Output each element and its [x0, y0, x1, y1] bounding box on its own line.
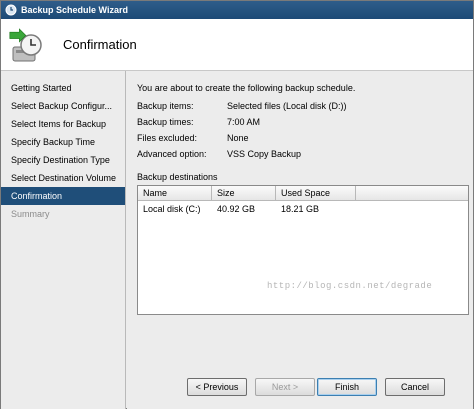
detail-backup-times: Backup times: 7:00 AM	[137, 117, 260, 127]
previous-button[interactable]: < Previous	[187, 378, 247, 396]
detail-key: Backup times:	[137, 117, 194, 127]
wizard-nav: Getting Started Select Backup Configur..…	[1, 71, 126, 409]
detail-value: Selected files (Local disk (D:))	[227, 101, 347, 111]
nav-item-select-items[interactable]: Select Items for Backup	[1, 115, 125, 133]
column-header-used-space[interactable]: Used Space	[276, 186, 356, 200]
nav-item-getting-started[interactable]: Getting Started	[1, 79, 125, 97]
detail-key: Files excluded:	[137, 133, 198, 143]
detail-backup-items: Backup items: Selected files (Local disk …	[137, 101, 347, 111]
detail-files-excluded: Files excluded: None	[137, 133, 249, 143]
title-bar[interactable]: Backup Schedule Wizard	[1, 1, 473, 19]
button-bar: < Previous Next > Finish Cancel	[127, 371, 473, 401]
cell-used-space: 18.21 GB	[281, 204, 320, 214]
confirmation-panel: You are about to create the following ba…	[127, 71, 473, 409]
nav-item-specify-backup-time[interactable]: Specify Backup Time	[1, 133, 125, 151]
column-header-name[interactable]: Name	[138, 186, 212, 200]
finish-button[interactable]: Finish	[317, 378, 377, 396]
nav-item-summary: Summary	[11, 209, 50, 219]
page-title: Confirmation	[63, 37, 137, 52]
nav-item-select-destination-volume[interactable]: Select Destination Volume	[1, 169, 125, 187]
detail-key: Advanced option:	[137, 149, 207, 159]
column-header-size[interactable]: Size	[212, 186, 276, 200]
window-title: Backup Schedule Wizard	[21, 5, 128, 15]
detail-key: Backup items:	[137, 101, 194, 111]
wizard-window: Backup Schedule Wizard Confirmation Gett…	[0, 0, 474, 409]
watermark-text: http://blog.csdn.net/degrade	[267, 281, 433, 291]
detail-value: None	[227, 133, 249, 143]
nav-item-select-backup-configuration[interactable]: Select Backup Configur...	[1, 97, 125, 115]
intro-text: You are about to create the following ba…	[137, 83, 356, 93]
nav-item-specify-destination-type[interactable]: Specify Destination Type	[1, 151, 125, 169]
detail-advanced-option: Advanced option: VSS Copy Backup	[137, 149, 301, 159]
column-header-filler	[356, 186, 468, 200]
detail-value: 7:00 AM	[227, 117, 261, 127]
cancel-button[interactable]: Cancel	[385, 378, 445, 396]
detail-value: VSS Copy Backup	[227, 149, 302, 159]
backup-destinations-label: Backup destinations	[137, 172, 218, 182]
nav-item-confirmation[interactable]: Confirmation	[1, 187, 125, 205]
backup-schedule-icon	[9, 28, 42, 62]
next-button: Next >	[255, 378, 315, 396]
cell-size: 40.92 GB	[217, 204, 256, 214]
table-header: Name Size Used Space	[138, 186, 468, 201]
wizard-header: Confirmation	[1, 19, 473, 71]
destinations-table[interactable]: Name Size Used Space Local disk (C:) 40.…	[137, 185, 469, 315]
backup-app-icon	[5, 4, 17, 16]
table-row[interactable]: Local disk (C:) 40.92 GB 18.21 GB	[138, 201, 468, 217]
cell-name: Local disk (C:)	[143, 204, 201, 214]
